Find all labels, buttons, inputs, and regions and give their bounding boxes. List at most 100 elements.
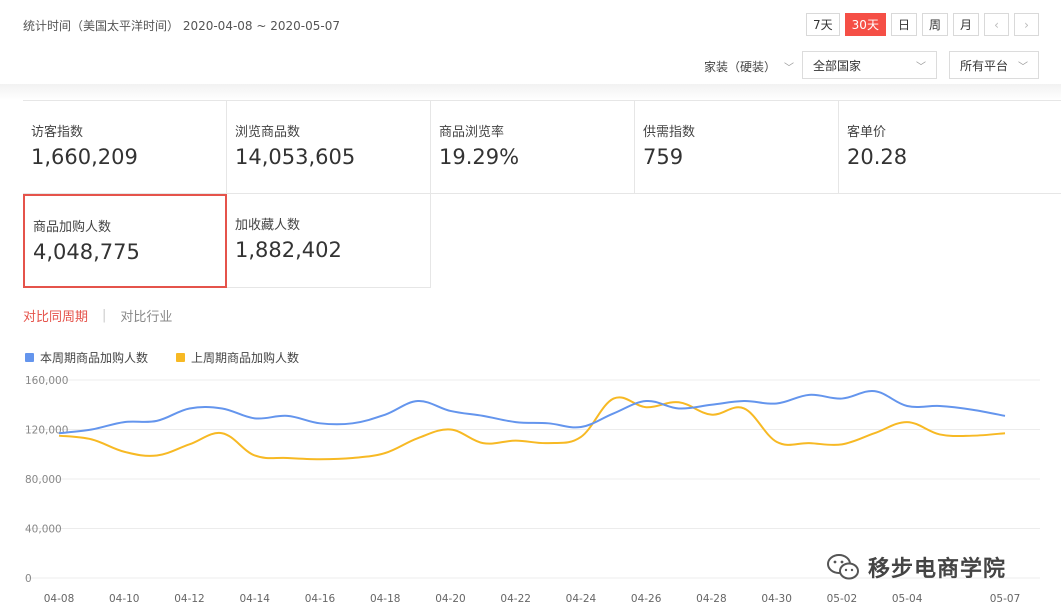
- data-point-current: [351, 421, 355, 425]
- metric-label: 供需指数: [643, 125, 696, 140]
- metric-card-products-viewed[interactable]: 浏览商品数 14,053,605: [227, 100, 431, 194]
- data-point-current: [90, 428, 94, 432]
- legend-swatch: [176, 353, 186, 362]
- data-point-previous: [644, 405, 648, 409]
- legend-label: 上周期商品加购人数: [191, 351, 300, 365]
- x-tick-label: 04-14: [239, 593, 270, 605]
- data-point-current: [57, 431, 61, 435]
- metric-card-visitor-index[interactable]: 访客指数 1,660,209: [23, 100, 227, 194]
- data-point-current: [155, 419, 159, 423]
- data-point-current: [253, 416, 257, 420]
- section-divider: [0, 84, 1061, 100]
- tab-compare-industry[interactable]: 对比行业: [120, 306, 172, 325]
- x-tick-label: 04-10: [109, 593, 140, 605]
- data-point-current: [416, 399, 420, 403]
- legend-label: 本周期商品加购人数: [40, 351, 149, 365]
- legend-item-previous[interactable]: 上周期商品加购人数: [176, 349, 299, 366]
- category-select[interactable]: 家装（硬装） ﹀: [704, 58, 794, 75]
- data-point-previous: [285, 456, 289, 460]
- data-point-current: [1003, 414, 1007, 418]
- data-point-previous: [122, 450, 126, 454]
- next-period-button[interactable]: ›: [1014, 13, 1039, 36]
- data-point-current: [677, 406, 681, 410]
- prev-period-button[interactable]: ‹: [984, 13, 1009, 36]
- metric-card-add-to-cart-users[interactable]: 商品加购人数 4,048,775: [23, 194, 227, 288]
- data-point-previous: [677, 400, 681, 404]
- metric-card-avg-order-value[interactable]: 客单价 20.28: [839, 100, 1061, 194]
- data-point-current: [187, 406, 191, 410]
- data-point-previous: [416, 436, 420, 440]
- legend-swatch: [25, 353, 34, 362]
- tab-compare-same-period[interactable]: 对比同周期: [23, 306, 88, 325]
- data-point-previous: [775, 440, 779, 444]
- data-point-previous: [840, 442, 844, 446]
- metric-label: 客单价: [847, 125, 887, 140]
- x-tick-label: 04-20: [435, 593, 466, 605]
- data-point-previous: [742, 406, 746, 410]
- data-point-previous: [938, 432, 942, 436]
- data-point-previous: [514, 439, 518, 443]
- data-point-previous: [970, 434, 974, 438]
- data-point-current: [644, 399, 648, 403]
- country-select[interactable]: 全部国家 ﹀: [802, 51, 937, 79]
- data-point-previous: [253, 453, 257, 457]
- data-point-current: [905, 404, 909, 408]
- data-point-previous: [807, 441, 811, 445]
- metric-value: 759: [643, 145, 684, 169]
- x-tick-label: 04-18: [370, 593, 401, 605]
- stat-time-label: 统计时间（美国太平洋时间） 2020-04-08 ~ 2020-05-07: [23, 19, 340, 33]
- x-tick-label: 04-16: [305, 593, 336, 605]
- data-point-current: [220, 406, 224, 410]
- data-point-previous: [90, 437, 94, 441]
- metric-card-favorites-users[interactable]: 加收藏人数 1,882,402: [227, 194, 431, 288]
- platform-select[interactable]: 所有平台 ﹀: [949, 51, 1039, 79]
- data-point-current: [122, 420, 126, 424]
- metric-value: 1,660,209: [31, 145, 138, 169]
- data-point-previous: [579, 435, 583, 439]
- metric-value: 14,053,605: [235, 145, 356, 169]
- tab-separator: |: [102, 308, 107, 323]
- chevron-left-icon: ‹: [994, 17, 999, 32]
- legend-item-current[interactable]: 本周期商品加购人数: [25, 349, 148, 366]
- x-tick-label: 05-07: [990, 593, 1021, 605]
- data-point-previous: [709, 413, 713, 417]
- chevron-down-icon: ﹀: [1018, 61, 1028, 73]
- y-tick-label: 40,000: [25, 524, 62, 536]
- data-point-previous: [220, 431, 224, 435]
- data-point-current: [448, 409, 452, 413]
- data-point-previous: [546, 441, 550, 445]
- chart-legend: 本周期商品加购人数 上周期商品加购人数: [25, 349, 299, 366]
- data-point-previous: [612, 397, 616, 401]
- data-point-current: [970, 408, 974, 412]
- range-month-button[interactable]: 月: [952, 13, 979, 36]
- range-30-days-button[interactable]: 30天: [844, 13, 886, 36]
- country-select-value: 全部国家: [813, 58, 862, 73]
- data-point-previous: [481, 441, 485, 445]
- x-tick-label: 04-12: [174, 593, 205, 605]
- x-tick-label: 04-22: [500, 593, 531, 605]
- y-tick-label: 120,000: [25, 425, 68, 437]
- metric-card-supply-demand-index[interactable]: 供需指数 759: [635, 100, 839, 194]
- category-select-value: 家装（硬装）: [704, 60, 777, 74]
- data-point-current: [579, 425, 583, 429]
- data-point-current: [318, 421, 322, 425]
- x-tick-label: 04-08: [44, 593, 75, 605]
- metric-card-view-rate[interactable]: 商品浏览率 19.29%: [431, 100, 635, 194]
- data-point-previous: [187, 442, 191, 446]
- compare-tabs: 对比同周期 | 对比行业: [23, 306, 172, 325]
- date-range-buttons: 7天 30天 日 周 月 ‹ ›: [806, 13, 1039, 36]
- data-point-previous: [351, 456, 355, 460]
- metric-value: 1,882,402: [235, 238, 342, 262]
- range-day-button[interactable]: 日: [890, 13, 917, 36]
- range-7-days-button[interactable]: 7天: [806, 13, 840, 36]
- y-tick-label: 80,000: [25, 474, 62, 486]
- data-point-current: [742, 399, 746, 403]
- x-tick-label: 04-24: [566, 593, 597, 605]
- data-point-current: [775, 402, 779, 406]
- y-tick-label: 0: [25, 573, 32, 585]
- data-point-previous: [905, 420, 909, 424]
- watermark-text: 移步电商学院: [868, 557, 1007, 582]
- range-week-button[interactable]: 周: [921, 13, 948, 36]
- data-point-current: [514, 420, 518, 424]
- metric-label: 访客指数: [31, 125, 84, 140]
